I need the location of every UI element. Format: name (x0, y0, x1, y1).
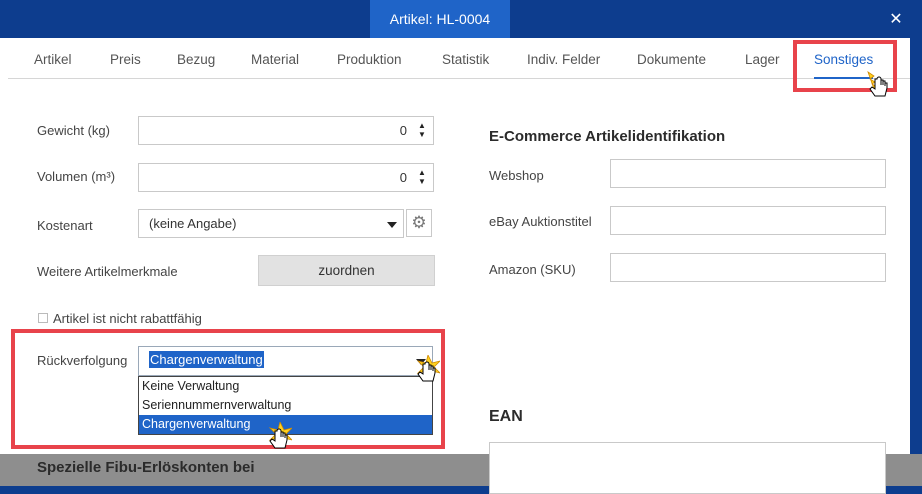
tab-material[interactable]: Material (251, 42, 299, 78)
traceability-combobox[interactable]: Chargenverwaltung (138, 346, 433, 376)
more-features-label: Weitere Artikelmerkmale (37, 264, 178, 279)
gear-icon[interactable]: ⚙ (406, 209, 432, 237)
window-edge (910, 38, 922, 454)
traceability-label: Rückverfolgung (37, 353, 128, 368)
volume-stepper[interactable]: ▲ ▼ (417, 168, 427, 186)
weight-label: Gewicht (kg) (37, 123, 110, 138)
close-icon[interactable]: ✕ (886, 9, 906, 29)
tab-bezug[interactable]: Bezug (177, 42, 215, 78)
ecommerce-section-title: E-Commerce Artikelidentifikation (489, 128, 726, 145)
tab-indiv-felder[interactable]: Indiv. Felder (527, 42, 600, 78)
tab-statistik[interactable]: Statistik (442, 42, 489, 78)
ebay-label: eBay Auktionstitel (489, 214, 592, 229)
amazon-label: Amazon (SKU) (489, 262, 576, 277)
tab-preis[interactable]: Preis (110, 42, 141, 78)
weight-stepper[interactable]: ▲ ▼ (417, 121, 427, 139)
cost-type-label: Kostenart (37, 218, 93, 233)
cost-type-value: (keine Angabe) (149, 216, 237, 231)
tab-lager[interactable]: Lager (745, 42, 780, 78)
ean-list[interactable] (489, 442, 886, 494)
tab-bar: Artikel Preis Bezug Material Produktion … (8, 42, 910, 79)
no-discount-label: Artikel ist nicht rabattfähig (53, 311, 202, 326)
webshop-label: Webshop (489, 168, 544, 183)
tab-produktion[interactable]: Produktion (337, 42, 402, 78)
weight-input[interactable]: 0 ▲ ▼ (138, 116, 434, 145)
window-title: Artikel: HL-0004 (370, 0, 510, 38)
title-bar: Artikel: HL-0004 ✕ (0, 0, 922, 38)
ebay-title-input[interactable] (610, 206, 886, 235)
volume-label: Volumen (m³) (37, 169, 116, 184)
volume-value: 0 (399, 170, 407, 185)
traceability-value: Chargenverwaltung (149, 351, 264, 368)
tab-artikel[interactable]: Artikel (34, 42, 72, 78)
weight-value: 0 (399, 123, 407, 138)
cost-type-select[interactable]: (keine Angabe) (138, 209, 404, 238)
assign-button[interactable]: zuordnen (258, 255, 435, 286)
chevron-down-icon (387, 221, 397, 228)
hand-cursor-icon (268, 422, 292, 449)
hand-cursor-icon (867, 71, 888, 97)
option-seriennummernverwaltung[interactable]: Seriennummernverwaltung (139, 396, 432, 415)
option-keine-verwaltung[interactable]: Keine Verwaltung (139, 377, 432, 396)
webshop-input[interactable] (610, 159, 886, 188)
ean-section-title: EAN (489, 408, 523, 425)
article-dialog: Artikel Preis Bezug Material Produktion … (0, 38, 910, 494)
tab-dokumente[interactable]: Dokumente (637, 42, 706, 78)
hand-cursor-icon (416, 355, 440, 382)
volume-input[interactable]: 0 ▲ ▼ (138, 163, 434, 192)
no-discount-checkbox[interactable] (38, 313, 48, 323)
fibu-section-title: Spezielle Fibu-Erlöskonten bei (37, 459, 255, 476)
amazon-sku-input[interactable] (610, 253, 886, 282)
